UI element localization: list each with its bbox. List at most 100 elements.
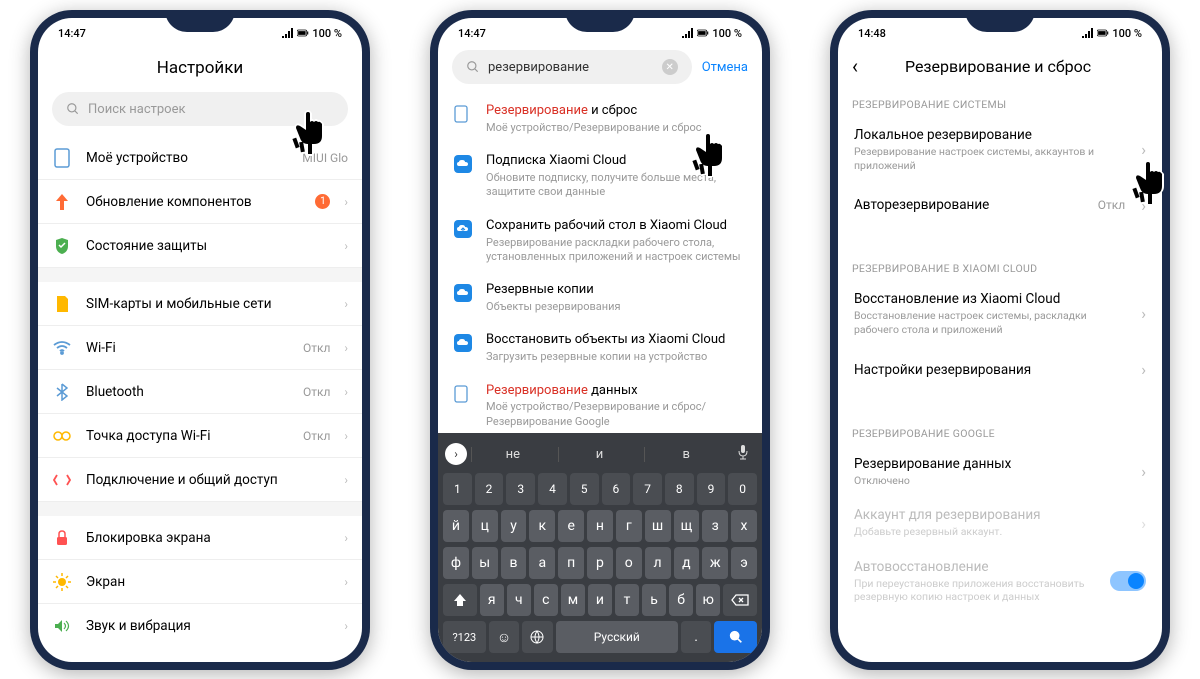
chevron-icon: › xyxy=(344,297,348,311)
row-security[interactable]: Состояние защиты › xyxy=(38,224,362,268)
key-3[interactable]: 3 xyxy=(506,473,535,505)
key-р[interactable]: р xyxy=(587,547,613,579)
key-э[interactable]: э xyxy=(731,547,757,579)
sub: Добавьте резервный аккаунт. xyxy=(854,525,1131,539)
chevron-right-icon[interactable]: › xyxy=(445,443,467,465)
key-ы[interactable]: ы xyxy=(472,547,498,579)
emoji-key[interactable]: ☺ xyxy=(489,621,520,653)
key-л[interactable]: л xyxy=(645,547,671,579)
key-ч[interactable]: ч xyxy=(507,584,531,616)
row-auto-backup[interactable]: Авторезервирование Откл › xyxy=(838,182,1162,228)
status-right: 100 % xyxy=(282,27,342,40)
key-м[interactable]: м xyxy=(561,584,585,616)
suggestion[interactable]: в xyxy=(644,447,727,462)
key-ю[interactable]: ю xyxy=(696,584,720,616)
search-key[interactable] xyxy=(714,621,757,653)
row-sim[interactable]: SIM-карты и мобильные сети › xyxy=(38,282,362,326)
key-4[interactable]: 4 xyxy=(538,473,567,505)
label: Bluetooth xyxy=(86,384,289,400)
row-hotspot[interactable]: Точка доступа Wi-Fi Откл › xyxy=(38,414,362,458)
row-autorestore[interactable]: Автовосстановление При переустановке при… xyxy=(838,549,1162,614)
row-bluetooth[interactable]: Bluetooth Откл › xyxy=(38,370,362,414)
key-7[interactable]: 7 xyxy=(633,473,662,505)
result-backup-copies[interactable]: Резервные копии Объекты резервирования xyxy=(438,273,762,323)
label: Моё устройство xyxy=(86,150,288,166)
key-у[interactable]: у xyxy=(501,510,527,542)
space-key[interactable]: Русский xyxy=(556,621,678,653)
key-н[interactable]: н xyxy=(587,510,613,542)
key-и[interactable]: и xyxy=(588,584,612,616)
toggle-switch[interactable] xyxy=(1110,571,1146,591)
key-9[interactable]: 9 xyxy=(697,473,726,505)
key-я[interactable]: я xyxy=(480,584,504,616)
key-й[interactable]: й xyxy=(443,510,469,542)
row-display[interactable]: Экран › xyxy=(38,560,362,604)
row-backup-settings[interactable]: Настройки резервирования › xyxy=(838,347,1162,393)
search-input[interactable]: Поиск настроек xyxy=(52,92,348,126)
chevron-icon: › xyxy=(1141,140,1146,159)
shift-key[interactable] xyxy=(443,584,477,616)
row-backup-account[interactable]: Аккаунт для резервирования Добавьте резе… xyxy=(838,497,1162,549)
label: Звук и вибрация xyxy=(86,618,330,634)
key-с[interactable]: с xyxy=(534,584,558,616)
key-б[interactable]: б xyxy=(669,584,693,616)
value: Откл xyxy=(303,429,330,443)
key-к[interactable]: к xyxy=(529,510,555,542)
key-в[interactable]: в xyxy=(501,547,527,579)
key-о[interactable]: о xyxy=(616,547,642,579)
key-щ[interactable]: щ xyxy=(674,510,700,542)
key-5[interactable]: 5 xyxy=(570,473,599,505)
row-sharing[interactable]: Подключение и общий доступ › xyxy=(38,458,362,502)
value: Откл xyxy=(303,341,330,355)
key-ф[interactable]: ф xyxy=(443,547,469,579)
row-my-device[interactable]: Моё устройство MIUI Glo xyxy=(38,136,362,180)
row-wifi[interactable]: Wi-Fi Откл › xyxy=(38,326,362,370)
key-ц[interactable]: ц xyxy=(472,510,498,542)
clear-button[interactable]: ✕ xyxy=(662,59,678,75)
backspace-key[interactable] xyxy=(723,584,757,616)
key-х[interactable]: х xyxy=(731,510,757,542)
result-restore-cloud[interactable]: Восстановить объекты из Xiaomi Cloud Заг… xyxy=(438,323,762,373)
key-8[interactable]: 8 xyxy=(665,473,694,505)
result-title: Резервирование и сброс xyxy=(486,103,746,120)
key-п[interactable]: п xyxy=(558,547,584,579)
symbols-key[interactable]: ?123 xyxy=(443,621,486,653)
result-sub: Обновите подписку, получите больше места… xyxy=(486,171,746,200)
key-г[interactable]: г xyxy=(616,510,642,542)
row-google-backup[interactable]: Резервирование данных Отключено › xyxy=(838,446,1162,498)
key-д[interactable]: д xyxy=(674,547,700,579)
value: Откл xyxy=(1098,198,1125,212)
result-xiaomi-cloud-sub[interactable]: Подписка Xiaomi Cloud Обновите подписку,… xyxy=(438,144,762,208)
section-header-google: РЕЗЕРВИРОВАНИЕ GOOGLE xyxy=(838,413,1162,446)
row-sound[interactable]: Звук и вибрация › xyxy=(38,604,362,648)
notch xyxy=(565,10,635,32)
row-restore-cloud[interactable]: Восстановление из Xiaomi Cloud Восстанов… xyxy=(838,281,1162,346)
key-ж[interactable]: ж xyxy=(702,547,728,579)
globe-key[interactable] xyxy=(522,621,553,653)
key-ш[interactable]: ш xyxy=(645,510,671,542)
result-save-desktop[interactable]: Сохранить рабочий стол в Xiaomi Cloud Ре… xyxy=(438,209,762,273)
result-backup-reset[interactable]: Резервирование и сброс Моё устройство/Ре… xyxy=(438,94,762,144)
cancel-button[interactable]: Отмена xyxy=(702,60,748,75)
result-backup-data[interactable]: Резервирование данных Моё устройство/Рез… xyxy=(438,374,762,438)
key-а[interactable]: а xyxy=(529,547,555,579)
key-з[interactable]: з xyxy=(702,510,728,542)
key-6[interactable]: 6 xyxy=(602,473,631,505)
key-ь[interactable]: ь xyxy=(642,584,666,616)
status-time: 14:48 xyxy=(858,27,886,40)
row-update[interactable]: Обновление компонентов 1 › xyxy=(38,180,362,224)
search-input[interactable]: резервирование ✕ xyxy=(452,50,692,84)
key-1[interactable]: 1 xyxy=(443,473,472,505)
key-т[interactable]: т xyxy=(615,584,639,616)
key-2[interactable]: 2 xyxy=(475,473,504,505)
period-key[interactable]: . xyxy=(681,621,712,653)
suggestion[interactable]: и xyxy=(558,447,641,462)
key-е[interactable]: е xyxy=(558,510,584,542)
back-button[interactable]: ‹ xyxy=(852,54,858,78)
suggestion[interactable]: не xyxy=(471,447,554,462)
keyboard[interactable]: › не и в 1234567890 йцукенгшщзх фывапрол… xyxy=(438,433,762,662)
row-local-backup[interactable]: Локальное резервирование Резервирование … xyxy=(838,117,1162,182)
row-lock[interactable]: Блокировка экрана › xyxy=(38,516,362,560)
mic-icon[interactable] xyxy=(731,444,755,464)
key-0[interactable]: 0 xyxy=(728,473,757,505)
